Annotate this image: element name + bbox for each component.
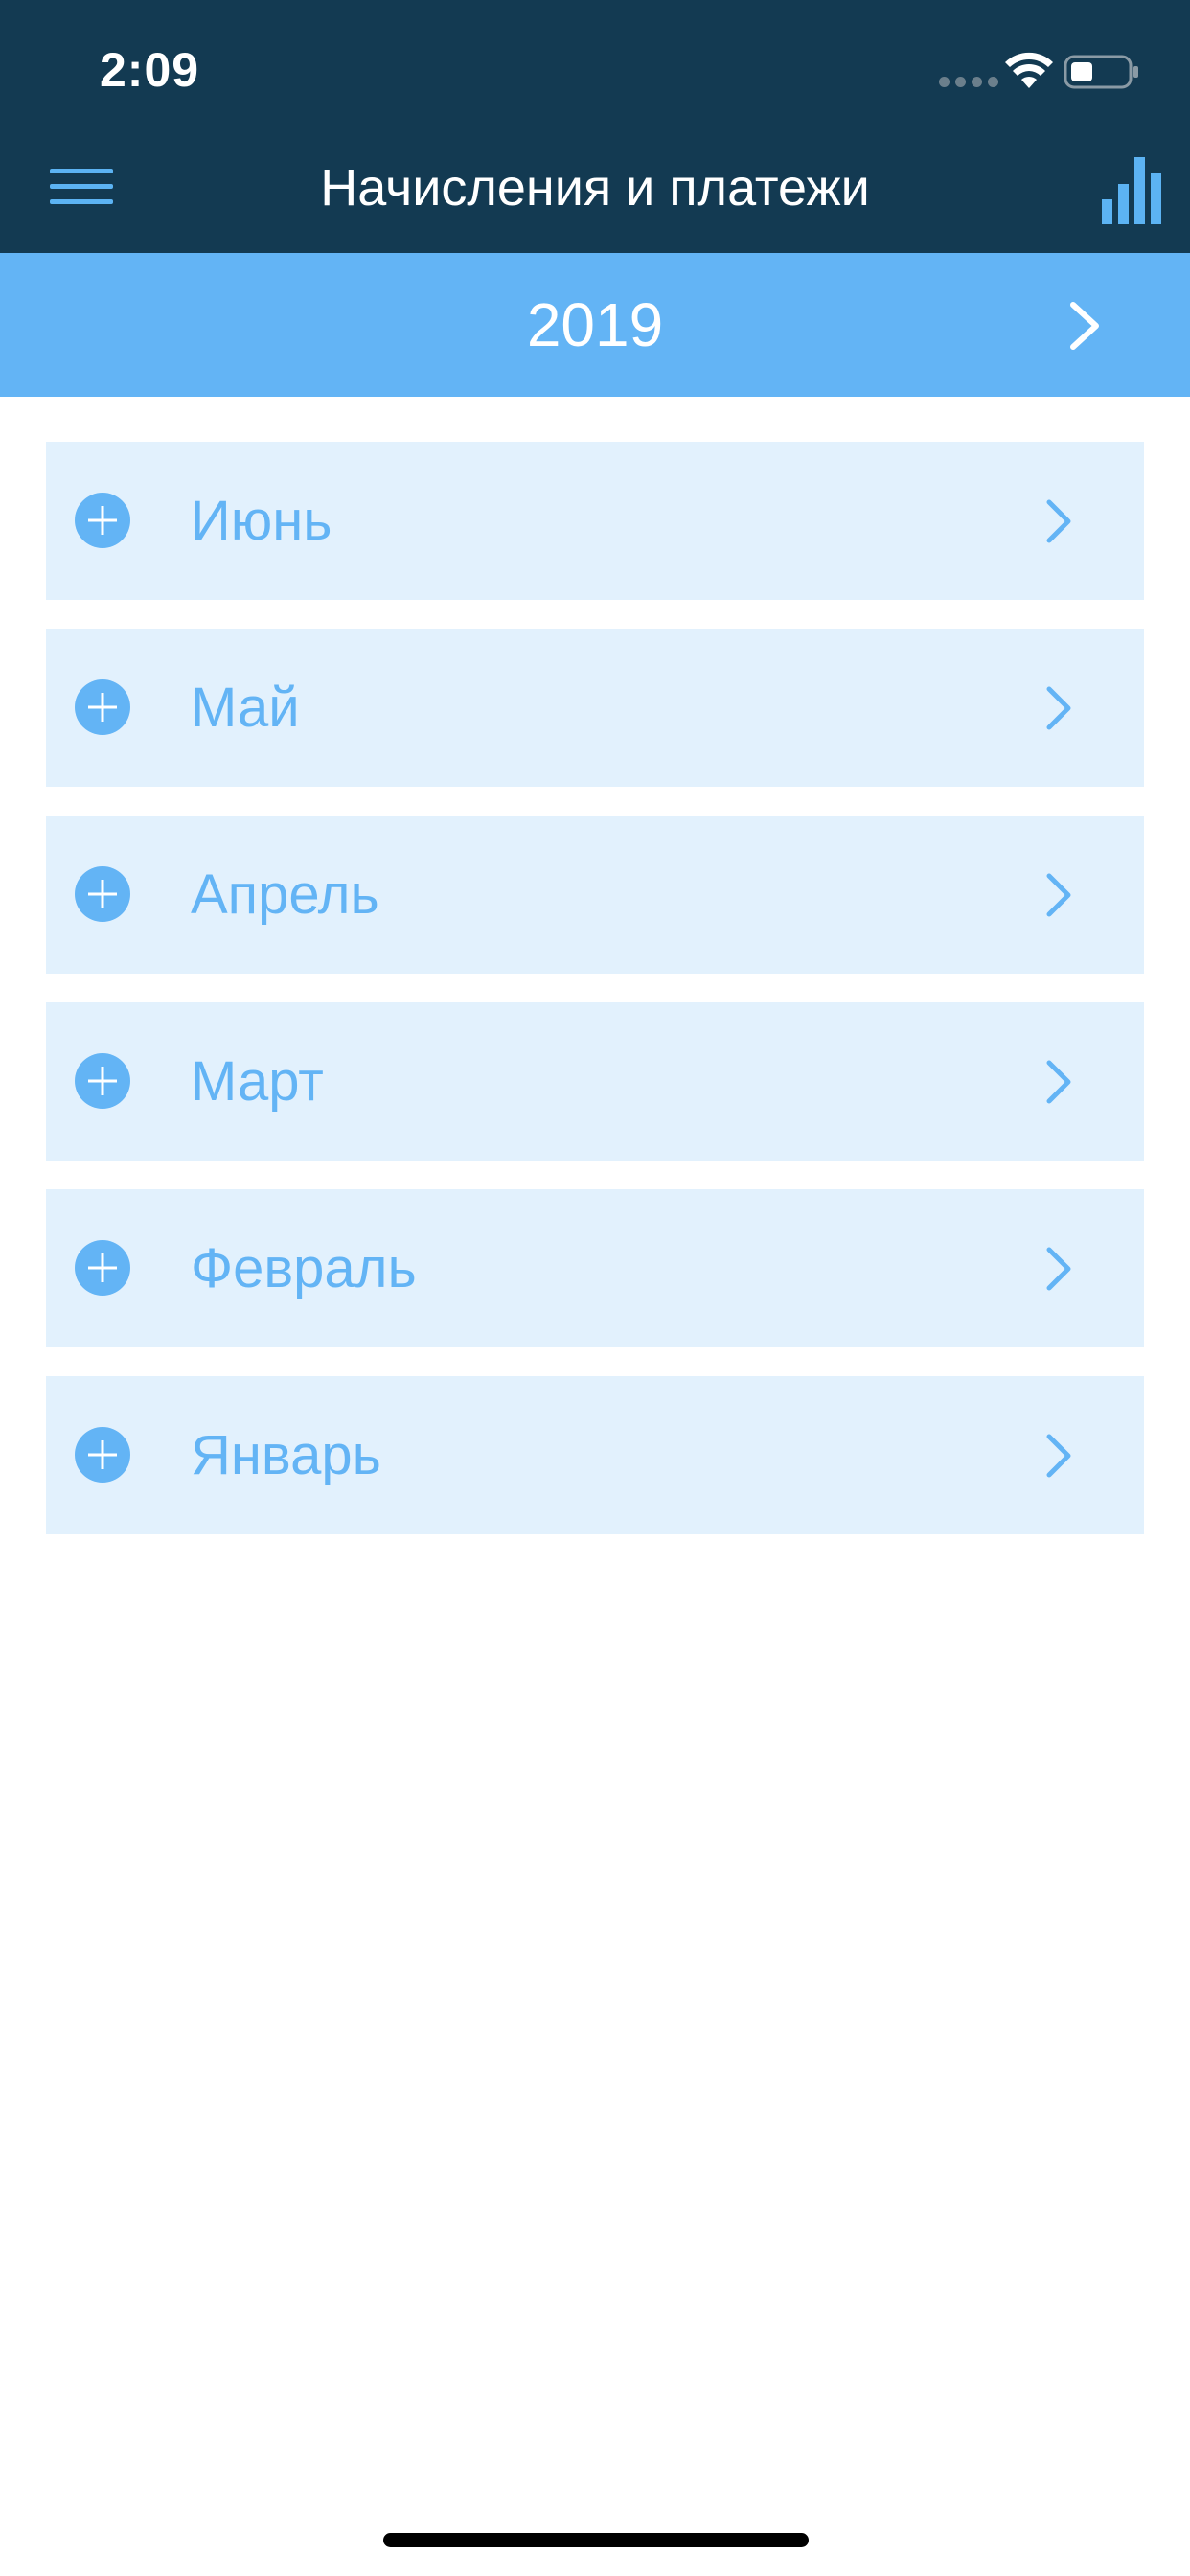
- chevron-right-icon: [1046, 873, 1071, 917]
- month-label: Июнь: [191, 490, 332, 552]
- month-row[interactable]: Февраль: [46, 1189, 1144, 1347]
- chevron-right-icon[interactable]: [1065, 299, 1104, 353]
- plus-circle-icon[interactable]: [75, 1427, 130, 1483]
- status-time: 2:09: [100, 43, 200, 97]
- month-row[interactable]: Май: [46, 629, 1144, 787]
- battery-icon: [1064, 55, 1138, 89]
- chevron-right-icon: [1046, 1434, 1071, 1478]
- month-label: Март: [191, 1050, 324, 1113]
- month-label: Май: [191, 677, 300, 739]
- month-list: Июнь Май Апрель Март Февраль Январь: [46, 442, 1144, 1563]
- month-label: Апрель: [191, 863, 379, 926]
- plus-circle-icon[interactable]: [75, 1240, 130, 1296]
- plus-circle-icon[interactable]: [75, 866, 130, 922]
- header: 2:09 Начисления и платежи: [0, 0, 1190, 253]
- month-label: Февраль: [191, 1237, 417, 1300]
- chevron-right-icon: [1046, 1060, 1071, 1104]
- screen: 2:09 Начисления и платежи 2019 Июнь Май …: [0, 0, 1190, 2576]
- plus-circle-icon[interactable]: [75, 679, 130, 735]
- bar-chart-icon[interactable]: [1100, 153, 1165, 224]
- chevron-right-icon: [1046, 1247, 1071, 1291]
- month-row[interactable]: Март: [46, 1002, 1144, 1161]
- month-row[interactable]: Июнь: [46, 442, 1144, 600]
- year-selector: 2019: [0, 253, 1190, 397]
- month-row[interactable]: Апрель: [46, 816, 1144, 974]
- chevron-right-icon: [1046, 686, 1071, 730]
- chevron-right-icon: [1046, 499, 1071, 543]
- page-title: Начисления и платежи: [320, 159, 870, 217]
- home-indicator[interactable]: [383, 2533, 809, 2547]
- cellular-signal-icon: [939, 77, 998, 87]
- month-label: Январь: [191, 1424, 381, 1486]
- year-label: 2019: [526, 290, 664, 359]
- wifi-icon: [1005, 52, 1053, 88]
- month-row[interactable]: Январь: [46, 1376, 1144, 1534]
- plus-circle-icon[interactable]: [75, 1053, 130, 1109]
- plus-circle-icon[interactable]: [75, 493, 130, 548]
